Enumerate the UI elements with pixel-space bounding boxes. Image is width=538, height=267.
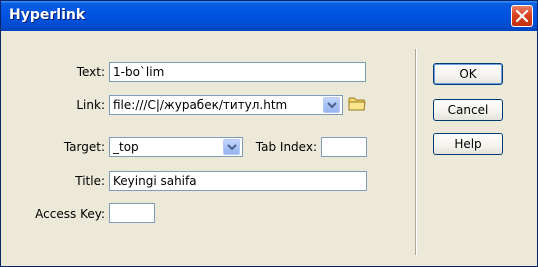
link-value: file:///C|/журабек/титул.htm (113, 98, 288, 112)
access-key-label: Access Key: (35, 207, 105, 221)
ok-button[interactable]: OK (433, 63, 503, 85)
link-dropdown-button[interactable] (323, 97, 340, 113)
title-bar[interactable]: Hyperlink (1, 1, 537, 31)
help-button[interactable]: Help (433, 133, 503, 155)
close-icon (516, 10, 528, 22)
chevron-down-icon (327, 102, 337, 109)
vertical-divider (415, 49, 417, 255)
close-button[interactable] (511, 5, 533, 27)
cancel-button[interactable]: Cancel (433, 99, 503, 121)
target-label: Target: (63, 140, 105, 154)
title-label: Title: (75, 174, 105, 188)
text-label: Text: (76, 65, 105, 79)
title-field[interactable]: Keyingi sahifa (109, 171, 367, 191)
dialog-title: Hyperlink (9, 7, 86, 23)
link-label: Link: (76, 98, 105, 112)
access-key-field[interactable] (109, 203, 155, 223)
target-value: _top (113, 140, 139, 154)
tab-index-field[interactable] (321, 137, 367, 157)
chevron-down-icon (227, 144, 237, 151)
link-combobox[interactable]: file:///C|/журабек/титул.htm (109, 95, 343, 115)
target-dropdown-button[interactable] (223, 139, 240, 155)
text-field[interactable]: 1-bo`lim (109, 62, 366, 82)
tab-index-label: Tab Index: (255, 140, 317, 154)
folder-icon[interactable] (348, 96, 366, 111)
hyperlink-dialog: Hyperlink Text: 1-bo`lim Link: file:///C… (0, 0, 538, 267)
